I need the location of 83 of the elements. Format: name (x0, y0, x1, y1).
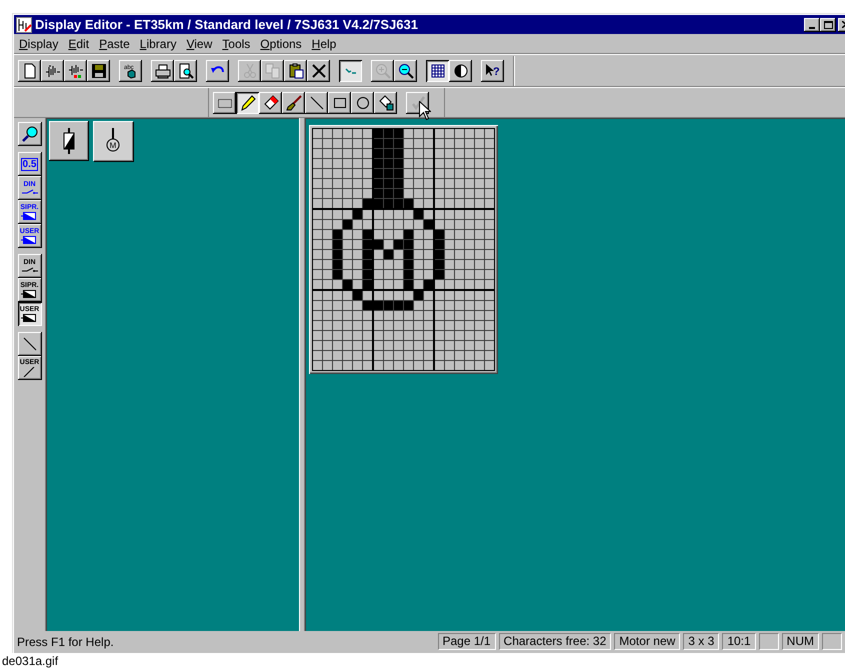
zoom-in-icon (374, 62, 390, 78)
status-text: Press F1 for Help. (16, 634, 115, 650)
contrast-button[interactable] (449, 60, 472, 82)
switch-symbol-icon (22, 189, 38, 195)
print-button[interactable] (151, 60, 174, 82)
maximize-icon (824, 20, 832, 28)
select-button[interactable] (213, 92, 236, 114)
waveform-icon (68, 62, 84, 78)
status-pane: Page 1/1 (438, 633, 496, 650)
undo-button[interactable] (206, 60, 229, 82)
scissors-icon (242, 62, 258, 78)
maximize-button[interactable] (820, 18, 836, 32)
contrast-icon (452, 62, 468, 78)
copy-icon (264, 62, 280, 78)
fill-button[interactable] (374, 92, 397, 114)
delete-icon (310, 62, 326, 78)
import-button[interactable] (41, 60, 64, 82)
ellipse-button[interactable] (351, 92, 374, 114)
status-pane: Characters free: 32 (498, 633, 612, 650)
value-label: 0.5 (20, 158, 38, 170)
page-icon (22, 62, 38, 78)
magnifier-tool-button[interactable] (18, 122, 42, 146)
status-pane: Motor new (614, 633, 680, 650)
brush-icon (286, 94, 302, 110)
breaker-symbol-icon (21, 236, 38, 244)
sketch-button[interactable] (339, 60, 362, 82)
clipboard-icon (288, 62, 304, 78)
line-tool-button[interactable] (18, 332, 42, 356)
import-color-button[interactable] (64, 60, 87, 82)
minimize-icon (809, 26, 815, 28)
brush-button[interactable] (282, 92, 305, 114)
breaker-symbol-icon (21, 212, 38, 220)
menu-item[interactable]: Help (306, 34, 342, 53)
grid-button[interactable] (426, 60, 449, 82)
menu-item[interactable]: Paste (94, 34, 135, 53)
line-symbol-icon (22, 367, 36, 377)
value-tool-button[interactable]: 0.5 (18, 152, 42, 176)
line-button[interactable] (305, 92, 328, 114)
rect-button[interactable] (328, 92, 351, 114)
menu-item[interactable]: Library (134, 34, 182, 53)
menu-item[interactable]: Edit (63, 34, 94, 53)
help-button[interactable]: ? (481, 60, 504, 82)
eraser-button[interactable] (259, 92, 282, 114)
line-tool-icon (308, 94, 324, 110)
zoom-out-icon (398, 62, 414, 78)
delete-button[interactable] (307, 60, 330, 82)
paint-bucket-icon (378, 94, 394, 110)
preview-button[interactable] (174, 60, 197, 82)
status-pane: NUM (782, 633, 819, 650)
status-pane: 10:1 (722, 633, 756, 650)
waveform-icon (44, 62, 60, 78)
menu-item[interactable]: Options (255, 34, 307, 53)
zoom-out-button[interactable] (394, 60, 417, 82)
paste-button[interactable] (284, 60, 307, 82)
status-pane: 3 x 3 (683, 633, 720, 650)
menu-item[interactable]: Display (14, 34, 64, 53)
search-icon (20, 125, 38, 143)
pencil-button[interactable] (236, 92, 259, 114)
new-button[interactable] (18, 60, 41, 82)
checkmark-icon (410, 94, 426, 110)
pencil-icon (240, 94, 256, 110)
ellipse-icon (354, 94, 370, 110)
eraser-icon (262, 94, 278, 110)
status-pane (822, 633, 842, 650)
menu-item[interactable]: Tools (217, 34, 256, 53)
line-tool-icon (22, 336, 38, 352)
library-symbol-button[interactable]: M (93, 121, 133, 161)
breaker-symbol-icon (21, 314, 38, 322)
status-pane (758, 633, 779, 650)
menu-item[interactable]: View (181, 34, 218, 53)
print-preview-icon (178, 62, 194, 78)
breaker-symbol-icon (21, 290, 38, 298)
component-symbol-icon (62, 128, 76, 154)
window-title: Display Editor - ET35km / Standard level / 7SJ631 V4.2/7SJ631 (35, 16, 418, 34)
save-button[interactable] (87, 60, 110, 82)
switch-symbol-icon (22, 267, 38, 273)
caption: de031a.gif (2, 654, 58, 668)
minimize-button[interactable] (804, 18, 820, 32)
grid-icon (430, 62, 446, 78)
app-icon (16, 16, 32, 32)
printer-icon (154, 62, 170, 78)
cursor-icon (419, 101, 431, 120)
library-symbol-button[interactable] (49, 121, 89, 161)
